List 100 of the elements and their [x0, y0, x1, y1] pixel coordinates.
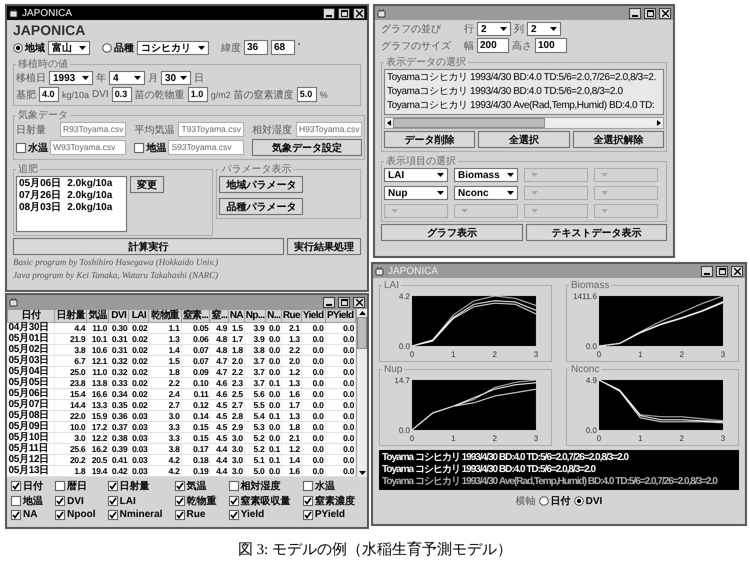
- checkbox[interactable]: Yield: [228, 509, 299, 520]
- left-arrow-icon[interactable]: [385, 119, 393, 127]
- close-button[interactable]: [731, 266, 743, 276]
- list-box[interactable]: 05月06日 2.0kg/10a 07月26日 2.0kg/10a 08月03日 2.0kg/10a: [16, 176, 127, 232]
- maximize-button[interactable]: [338, 8, 350, 18]
- input-field[interactable]: W93Toyama.csv: [50, 140, 126, 155]
- dropdown[interactable]: 30: [161, 71, 191, 85]
- input-field[interactable]: 100: [535, 38, 567, 53]
- table-cell: 3.7: [244, 366, 266, 378]
- checkbox[interactable]: 日射量: [108, 479, 171, 493]
- dropdown[interactable]: Nconc: [454, 186, 518, 200]
- right-arrow-icon[interactable]: [655, 119, 663, 127]
- close-button[interactable]: [353, 8, 365, 18]
- edit-button[interactable]: 変更: [130, 176, 164, 193]
- dropdown[interactable]: Nup: [384, 186, 448, 200]
- run-button[interactable]: 計算実行: [13, 238, 284, 255]
- checkbox[interactable]: Rue: [174, 509, 225, 520]
- column-header[interactable]: N...: [266, 310, 282, 322]
- dropdown[interactable]: 1993: [49, 71, 93, 85]
- display-button[interactable]: テキストデータ表示: [526, 224, 667, 241]
- column-header[interactable]: DVI: [108, 310, 129, 322]
- checkbox[interactable]: PYield: [302, 509, 363, 520]
- maximize-icon: [340, 10, 348, 16]
- column-header[interactable]: Np...: [244, 310, 266, 322]
- dropdown[interactable]: Biomass: [454, 168, 518, 182]
- data-button[interactable]: 全選択解除: [572, 131, 664, 148]
- maximize-button[interactable]: [338, 296, 350, 308]
- checkbox[interactable]: 窒素吸収量: [228, 494, 299, 508]
- input-field[interactable]: S93Toyama.csv: [168, 140, 244, 155]
- input-field[interactable]: 200: [477, 38, 509, 53]
- column-header[interactable]: PYield: [325, 310, 356, 322]
- scrollbar-thumb[interactable]: [357, 317, 367, 349]
- radio-button[interactable]: 地域: [13, 40, 45, 54]
- maximize-button[interactable]: [644, 8, 656, 18]
- dropdown[interactable]: コシヒカリ: [137, 40, 209, 54]
- column-header[interactable]: 日付: [8, 310, 55, 322]
- scrollbar[interactable]: [384, 117, 664, 129]
- minimize-button[interactable]: [629, 8, 641, 18]
- column-header[interactable]: 窒素...: [181, 310, 210, 322]
- down-arrow-icon[interactable]: [358, 469, 366, 477]
- checkbox[interactable]: 窒素濃度: [302, 494, 363, 508]
- radio-button[interactable]: 品種: [102, 40, 134, 54]
- radio-button[interactable]: DVI: [574, 496, 602, 506]
- maximize-button[interactable]: [716, 266, 728, 276]
- radio-button[interactable]: 日付: [538, 494, 571, 508]
- input-field[interactable]: 68: [271, 40, 295, 55]
- column-header[interactable]: Rue: [281, 310, 302, 322]
- checkbox[interactable]: 気温: [174, 479, 225, 493]
- dropdown[interactable]: 2: [477, 22, 511, 36]
- parameter-button[interactable]: 地域パラメータ: [219, 176, 304, 193]
- input-field[interactable]: T93Toyama.csv: [178, 122, 244, 137]
- minimize-button[interactable]: [701, 266, 713, 276]
- scrollbar[interactable]: [356, 309, 367, 477]
- checkbox[interactable]: DVI: [55, 494, 104, 508]
- input-field[interactable]: R93Toyama.csv: [60, 122, 126, 137]
- column-header[interactable]: Yield: [301, 310, 326, 322]
- checkbox[interactable]: 水温: [302, 479, 363, 493]
- checkbox[interactable]: 日付: [11, 479, 52, 493]
- checkbox[interactable]: NA: [11, 509, 52, 520]
- checkbox[interactable]: Npool: [55, 509, 104, 520]
- dropdown[interactable]: 富山: [48, 40, 90, 54]
- input-field[interactable]: H93Toyama.csv: [296, 122, 362, 137]
- close-button[interactable]: [353, 296, 365, 308]
- minimize-button[interactable]: [323, 296, 335, 308]
- checkbox[interactable]: 地温: [11, 494, 52, 508]
- checkbox[interactable]: LAI: [108, 494, 171, 508]
- input-field[interactable]: 4.0: [39, 87, 59, 102]
- column-header[interactable]: 日射量: [54, 310, 87, 322]
- column-header[interactable]: LAI: [128, 310, 149, 322]
- checkbox[interactable]: 乾物重: [174, 494, 225, 508]
- weather-settings-button[interactable]: 気象データ設定: [252, 139, 362, 156]
- parameter-button[interactable]: 品種パラメータ: [219, 198, 304, 215]
- checkbox[interactable]: 相対湿度: [228, 479, 299, 493]
- checkbox[interactable]: 水温: [16, 140, 48, 154]
- input-field[interactable]: 36: [244, 40, 268, 55]
- scrollbar-thumb[interactable]: [393, 118, 545, 128]
- display-button[interactable]: グラフ表示: [381, 224, 522, 241]
- minimize-button[interactable]: [323, 8, 335, 18]
- dropdown[interactable]: LAI: [384, 168, 448, 182]
- list-item[interactable]: Toyamaコシヒカリ 1993/4/30 Ave(Rad,Temp,Humid) BD:4.0 TD:: [387, 99, 661, 113]
- table-cell: 10.0: [54, 422, 87, 432]
- checkbox[interactable]: Nmineral: [108, 509, 171, 520]
- input-field[interactable]: 1.0: [188, 87, 208, 102]
- dropdown[interactable]: 2: [527, 22, 561, 36]
- column-header[interactable]: 気温: [86, 310, 109, 322]
- list-item[interactable]: Toyamaコシヒカリ 1993/4/30 BD:4.0 TD:5/6=2.0,8/3=2.0: [387, 85, 661, 99]
- column-header[interactable]: 乾物重: [148, 310, 182, 322]
- list-item[interactable]: Toyamaコシヒカリ 1993/4/30 BD:4.0 TD:5/6=2.0,7/26=2.0,8/3=2.: [387, 71, 661, 85]
- column-header[interactable]: 窒...: [210, 310, 229, 322]
- data-button[interactable]: データ削除: [384, 131, 476, 148]
- input-field[interactable]: 5.0: [296, 87, 317, 102]
- input-field[interactable]: 0.3: [112, 87, 132, 102]
- checkbox[interactable]: 暦日: [55, 479, 104, 493]
- close-button[interactable]: [659, 8, 671, 18]
- results-button[interactable]: 実行結果処理: [287, 238, 361, 255]
- up-arrow-icon[interactable]: [358, 309, 366, 317]
- data-button[interactable]: 全選択: [478, 131, 570, 148]
- column-header[interactable]: NA: [228, 310, 244, 322]
- checkbox[interactable]: 地温: [134, 140, 166, 154]
- dropdown[interactable]: 4: [109, 71, 145, 85]
